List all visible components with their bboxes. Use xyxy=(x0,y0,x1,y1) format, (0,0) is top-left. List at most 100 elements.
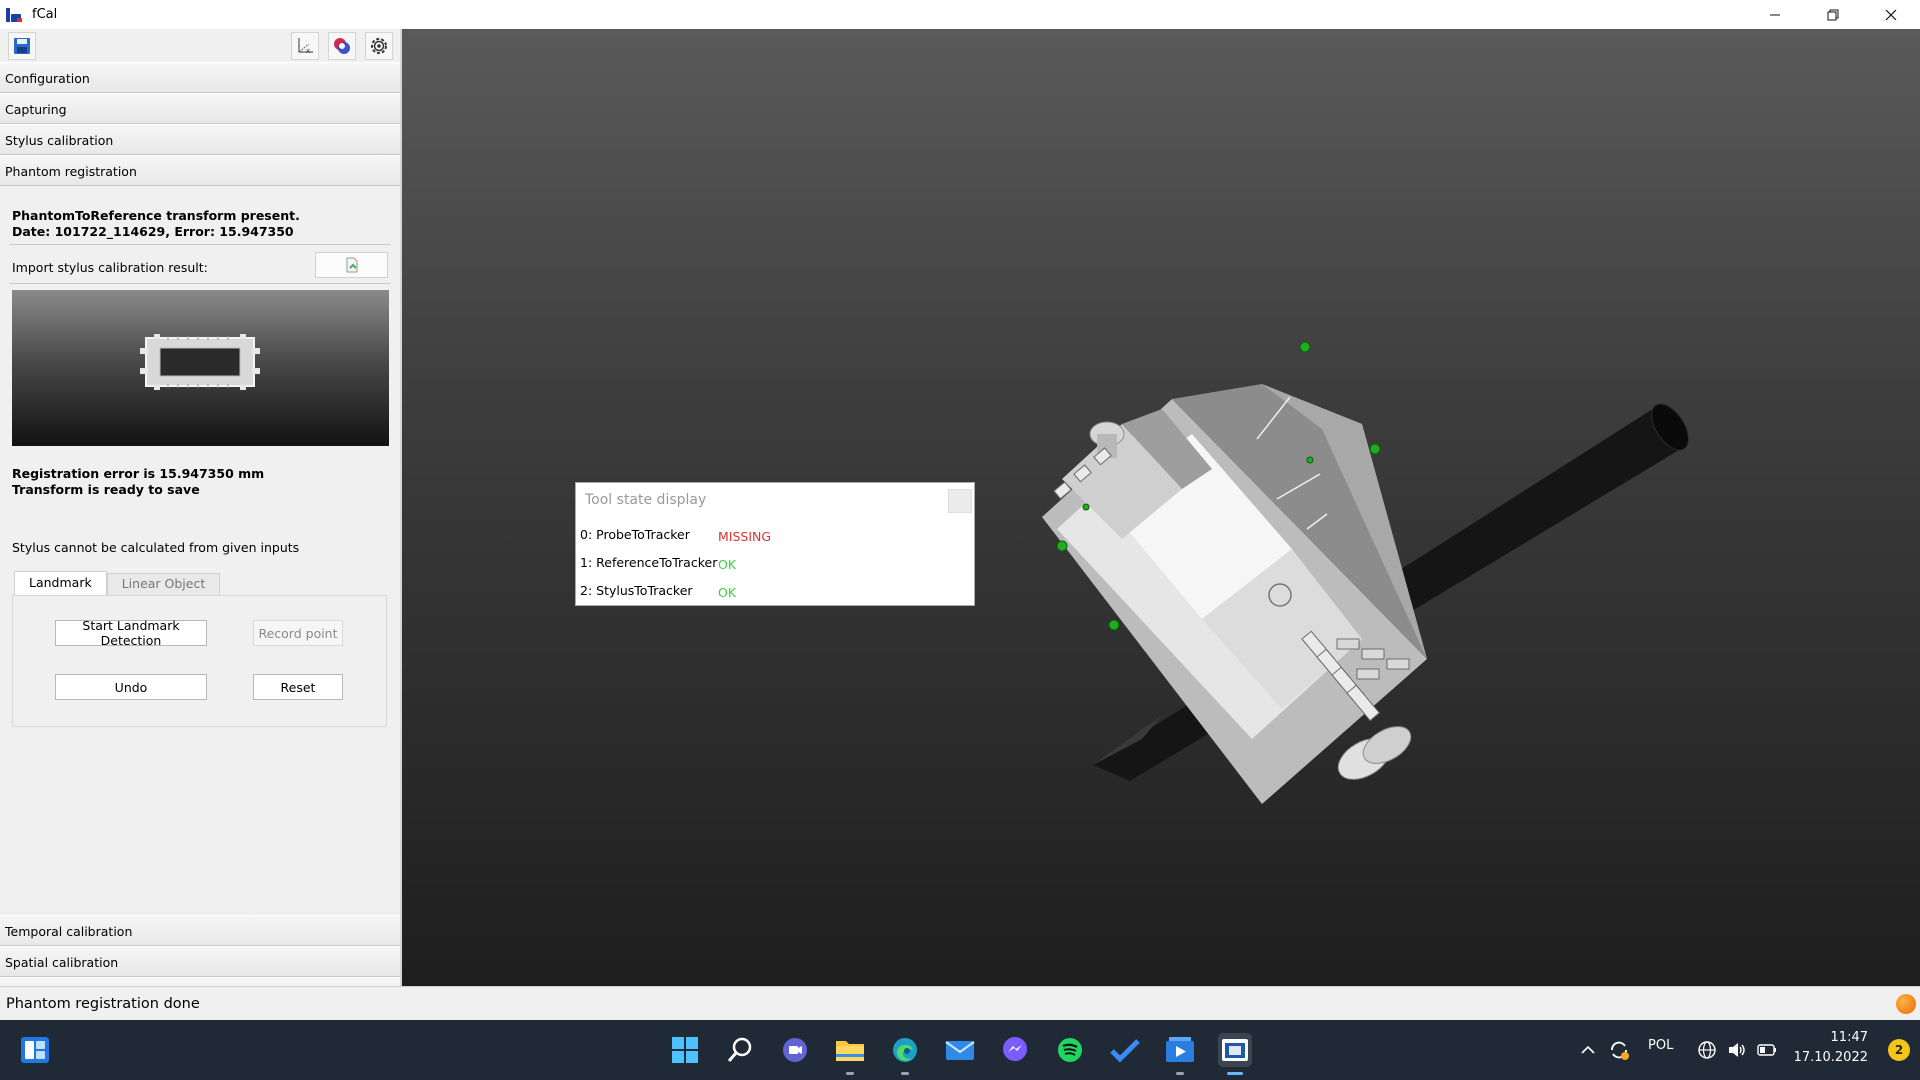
chevron-up-icon xyxy=(1581,1045,1595,1054)
left-panel: x Configuration Capturing Stylus calibra… xyxy=(0,29,402,1008)
title-bar: fCal xyxy=(0,0,1920,29)
edge-button[interactable] xyxy=(888,1033,922,1075)
fcal-logo-icon xyxy=(6,6,24,24)
tab-landmark[interactable]: Landmark xyxy=(14,571,107,595)
axes-icon: x xyxy=(298,38,313,55)
tool-state-close-button[interactable] xyxy=(948,489,972,513)
status-indicator-icon xyxy=(1896,994,1916,1014)
visualization-button[interactable] xyxy=(328,32,356,60)
tool-status-reference: OK xyxy=(718,557,737,572)
restore-button[interactable] xyxy=(1804,0,1862,29)
media-player-icon xyxy=(1166,1037,1194,1062)
import-stylus-calibration-button[interactable] xyxy=(315,252,388,278)
detection-tabs: Landmark Linear Object xyxy=(14,571,221,595)
battery-icon xyxy=(1757,1044,1776,1056)
transform-ready-text: Transform is ready to save xyxy=(12,482,200,497)
start-landmark-detection-button[interactable]: Start Landmark Detection xyxy=(55,618,207,648)
gear-icon xyxy=(371,38,387,54)
fcal-taskbar-button[interactable] xyxy=(1218,1033,1252,1075)
color-palette-icon xyxy=(334,38,350,54)
sync-status-button[interactable] xyxy=(1604,1033,1634,1067)
transform-present-text: PhantomToReference transform present. xyxy=(12,208,300,223)
show-hidden-icons-button[interactable] xyxy=(1574,1033,1602,1067)
sync-icon xyxy=(1611,1041,1629,1060)
start-icon xyxy=(672,1037,698,1063)
svg-text:x: x xyxy=(306,47,310,55)
undo-button[interactable]: Undo xyxy=(55,674,207,700)
teams-chat-button[interactable] xyxy=(778,1033,812,1067)
transform-date-text: Date: 101722_114629, Error: 15.947350 xyxy=(12,224,294,239)
messenger-icon xyxy=(1003,1037,1027,1061)
close-button[interactable] xyxy=(1862,0,1920,29)
language-indicator[interactable]: POL xyxy=(1648,1038,1673,1053)
save-button[interactable] xyxy=(8,32,36,60)
minimize-button[interactable] xyxy=(1746,0,1804,29)
search-icon xyxy=(727,1037,752,1062)
widgets-button[interactable] xyxy=(18,1033,52,1067)
phantom-3d-model xyxy=(1042,384,1427,804)
fcal-app-icon xyxy=(1222,1039,1248,1061)
window-title: fCal xyxy=(32,7,58,22)
search-button[interactable] xyxy=(723,1033,757,1067)
messenger-button[interactable] xyxy=(998,1033,1032,1067)
section-stylus-calibration[interactable]: Stylus calibration xyxy=(0,124,400,155)
close-icon xyxy=(1885,9,1897,20)
section-phantom-registration[interactable]: Phantom registration xyxy=(0,155,400,186)
section-spatial-calibration[interactable]: Spatial calibration xyxy=(0,946,400,977)
stylus-message: Stylus cannot be calculated from given i… xyxy=(12,540,300,555)
mail-icon xyxy=(945,1041,975,1060)
section-temporal-calibration[interactable]: Temporal calibration xyxy=(0,915,400,946)
tool-name-probe: 0: ProbeToTracker xyxy=(580,527,690,542)
show-axes-button[interactable]: x xyxy=(291,32,319,60)
tool-name-stylus: 2: StylusToTracker xyxy=(580,583,693,598)
todo-icon xyxy=(1110,1039,1140,1063)
transform-status: PhantomToReference transform present. Da… xyxy=(12,208,300,240)
taskbar: POL 11:47 17.10.2022 2 xyxy=(0,1020,1920,1080)
section-configuration[interactable]: Configuration xyxy=(0,62,400,93)
edge-icon xyxy=(893,1038,917,1062)
reset-button[interactable]: Reset xyxy=(253,674,343,700)
spotify-icon xyxy=(1058,1038,1082,1062)
network-button[interactable] xyxy=(1694,1033,1720,1067)
network-globe-icon xyxy=(1698,1041,1716,1059)
settings-button[interactable] xyxy=(365,32,393,60)
notification-badge[interactable]: 2 xyxy=(1888,1039,1910,1061)
clock-date: 17.10.2022 xyxy=(1793,1050,1868,1065)
media-player-button[interactable] xyxy=(1163,1033,1197,1075)
divider xyxy=(10,283,390,284)
landmark-tab-panel: Start Landmark Detection Record point Un… xyxy=(12,595,387,727)
spotify-button[interactable] xyxy=(1053,1033,1087,1067)
file-explorer-icon xyxy=(836,1041,864,1061)
clock-time: 11:47 xyxy=(1830,1030,1868,1045)
toolbar: x xyxy=(0,29,400,62)
start-button[interactable] xyxy=(668,1033,702,1067)
import-file-icon xyxy=(346,257,357,273)
battery-button[interactable] xyxy=(1754,1033,1780,1067)
widgets-icon xyxy=(21,1037,49,1063)
tool-state-dialog: Tool state display 0: ProbeToTracker MIS… xyxy=(575,482,975,606)
save-icon xyxy=(14,38,30,54)
section-capturing[interactable]: Capturing xyxy=(0,93,400,124)
minimize-icon xyxy=(1770,14,1780,15)
divider xyxy=(10,244,390,245)
todo-button[interactable] xyxy=(1108,1033,1142,1067)
phantom-model-icon xyxy=(140,334,260,390)
registration-error-text: Registration error is 15.947350 mm xyxy=(12,466,265,481)
status-message: Phantom registration done xyxy=(6,996,200,1012)
registration-result: Registration error is 15.947350 mm Trans… xyxy=(12,466,264,498)
phantom-preview xyxy=(12,290,389,446)
mail-button[interactable] xyxy=(943,1033,977,1067)
volume-button[interactable] xyxy=(1724,1033,1750,1067)
clock[interactable]: 11:47 17.10.2022 xyxy=(1794,1028,1868,1068)
tab-linear-object[interactable]: Linear Object xyxy=(106,573,221,595)
chat-icon xyxy=(783,1038,807,1062)
tool-status-probe: MISSING xyxy=(718,529,772,544)
speaker-icon xyxy=(1729,1043,1745,1057)
phantom-registration-panel: PhantomToReference transform present. Da… xyxy=(0,186,400,915)
status-bar: Phantom registration done xyxy=(0,986,1920,1020)
tool-status-stylus: OK xyxy=(718,585,737,600)
tool-name-reference: 1: ReferenceToTracker xyxy=(580,555,718,570)
file-explorer-button[interactable] xyxy=(833,1033,867,1075)
import-label: Import stylus calibration result: xyxy=(12,260,208,275)
record-point-button[interactable]: Record point xyxy=(253,620,343,646)
